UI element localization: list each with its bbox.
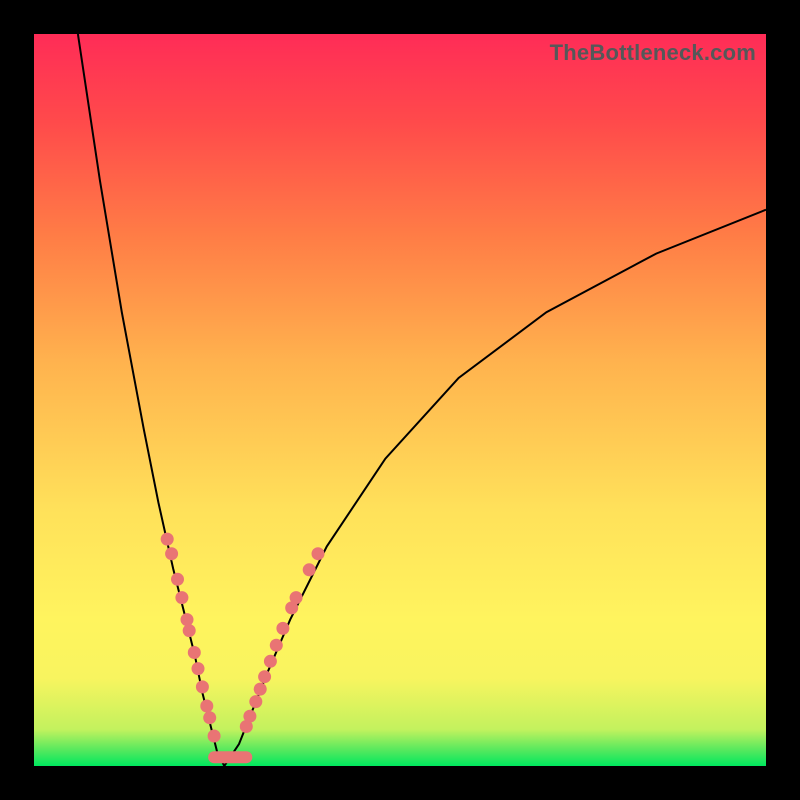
bead-point bbox=[161, 533, 174, 546]
bead-point bbox=[254, 683, 267, 696]
bead-point bbox=[276, 622, 289, 635]
bead-point bbox=[183, 624, 196, 637]
bead-point bbox=[188, 646, 201, 659]
bead-point bbox=[192, 662, 205, 675]
bead-point bbox=[312, 547, 325, 560]
bead-point bbox=[200, 700, 213, 713]
bead-point bbox=[290, 591, 303, 604]
bead-point bbox=[249, 695, 262, 708]
bead-point bbox=[171, 573, 184, 586]
bead-point bbox=[303, 563, 316, 576]
bead-point bbox=[196, 680, 209, 693]
chart-frame: TheBottleneck.com bbox=[0, 0, 800, 800]
curve-right-branch bbox=[224, 210, 766, 766]
bead-point bbox=[270, 639, 283, 652]
bead-point bbox=[181, 613, 194, 626]
bead-point bbox=[243, 710, 256, 723]
bead-point bbox=[264, 655, 277, 668]
plot-area: TheBottleneck.com bbox=[34, 34, 766, 766]
bead-point bbox=[258, 670, 271, 683]
bead-point bbox=[165, 547, 178, 560]
bead-point bbox=[203, 711, 216, 724]
bead-point bbox=[208, 730, 221, 743]
bead-point bbox=[175, 591, 188, 604]
curve-left-branch bbox=[78, 34, 224, 766]
bottleneck-curve bbox=[34, 34, 766, 766]
